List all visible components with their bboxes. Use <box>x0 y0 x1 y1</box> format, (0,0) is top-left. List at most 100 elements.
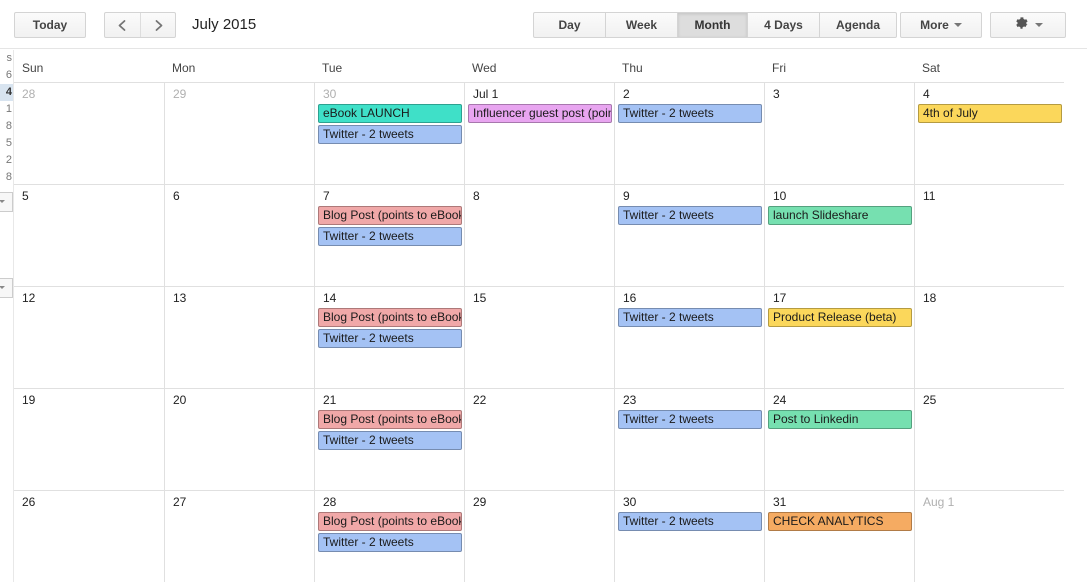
day-cell[interactable]: 22 <box>464 389 614 490</box>
day-number[interactable]: 30 <box>323 87 336 101</box>
day-number[interactable]: 15 <box>473 291 486 305</box>
day-number[interactable]: 24 <box>773 393 786 407</box>
day-number[interactable]: 26 <box>22 495 35 509</box>
day-cell[interactable]: 16 Twitter - 2 tweets <box>614 287 764 388</box>
view-tab-4-days[interactable]: 4 Days <box>748 13 820 37</box>
day-number[interactable]: 13 <box>173 291 186 305</box>
event-chip[interactable]: eBook LAUNCH <box>318 104 462 123</box>
day-number[interactable]: 10 <box>773 189 786 203</box>
mini-calendar-day[interactable]: 1 <box>0 101 13 118</box>
day-number[interactable]: 8 <box>473 189 480 203</box>
day-cell[interactable]: 5 <box>14 185 164 286</box>
event-chip[interactable]: Twitter - 2 tweets <box>318 125 462 144</box>
view-tab-agenda[interactable]: Agenda <box>820 13 896 37</box>
day-cell[interactable]: 27 <box>164 491 314 582</box>
day-cell[interactable]: 23 Twitter - 2 tweets <box>614 389 764 490</box>
day-number[interactable]: 21 <box>323 393 336 407</box>
day-cell[interactable]: 17 Product Release (beta) <box>764 287 914 388</box>
day-number[interactable]: 17 <box>773 291 786 305</box>
day-cell[interactable]: 28 <box>14 83 164 184</box>
day-number[interactable]: 23 <box>623 393 636 407</box>
day-cell[interactable]: 9 Twitter - 2 tweets <box>614 185 764 286</box>
day-number[interactable]: 25 <box>923 393 936 407</box>
day-number[interactable]: 27 <box>173 495 186 509</box>
event-chip[interactable]: Post to Linkedin <box>768 410 912 429</box>
event-chip[interactable]: Twitter - 2 tweets <box>618 410 762 429</box>
day-cell[interactable]: 31 CHECK ANALYTICS <box>764 491 914 582</box>
day-cell[interactable]: 15 <box>464 287 614 388</box>
day-cell[interactable]: 30 eBook LAUNCH Twitter - 2 tweets <box>314 83 464 184</box>
day-cell[interactable]: Jul 1 Influencer guest post (points to eB… <box>464 83 614 184</box>
day-cell[interactable]: 8 <box>464 185 614 286</box>
today-button[interactable]: Today <box>14 12 86 38</box>
day-cell[interactable]: 6 <box>164 185 314 286</box>
day-cell[interactable]: 29 <box>464 491 614 582</box>
day-cell[interactable]: 24 Post to Linkedin <box>764 389 914 490</box>
event-chip[interactable]: Twitter - 2 tweets <box>618 104 762 123</box>
day-number[interactable]: 14 <box>323 291 336 305</box>
day-cell[interactable]: 3 <box>764 83 914 184</box>
day-cell[interactable]: 10 launch Slideshare <box>764 185 914 286</box>
day-number[interactable]: 30 <box>623 495 636 509</box>
previous-period-button[interactable] <box>105 13 141 37</box>
mini-calendar-day[interactable]: 2 <box>0 152 13 169</box>
more-button[interactable]: More <box>900 12 982 38</box>
day-cell[interactable]: 12 <box>14 287 164 388</box>
day-cell[interactable]: 11 <box>914 185 1064 286</box>
day-cell[interactable]: 21 Blog Post (points to eBook) Twitter - 2… <box>314 389 464 490</box>
day-number[interactable]: 28 <box>22 87 35 101</box>
event-chip[interactable]: Blog Post (points to eBook) <box>318 410 462 429</box>
sidebar-dropdown-sliver[interactable] <box>0 192 13 212</box>
event-chip[interactable]: Twitter - 2 tweets <box>318 533 462 552</box>
mini-calendar-day[interactable]: 5 <box>0 135 13 152</box>
next-period-button[interactable] <box>141 13 176 37</box>
day-number[interactable]: Jul 1 <box>473 87 498 101</box>
mini-calendar-day[interactable]: 6 <box>0 67 13 84</box>
day-number[interactable]: 5 <box>22 189 29 203</box>
day-cell[interactable]: 4 4th of July <box>914 83 1064 184</box>
event-chip[interactable]: Twitter - 2 tweets <box>318 329 462 348</box>
mini-calendar-day[interactable]: s <box>0 50 13 67</box>
day-cell[interactable]: 2 Twitter - 2 tweets <box>614 83 764 184</box>
event-chip[interactable]: Twitter - 2 tweets <box>318 431 462 450</box>
event-chip[interactable]: 4th of July <box>918 104 1062 123</box>
day-number[interactable]: 9 <box>623 189 630 203</box>
event-chip[interactable]: Twitter - 2 tweets <box>618 512 762 531</box>
event-chip[interactable]: Blog Post (points to eBook) <box>318 308 462 327</box>
day-number[interactable]: 19 <box>22 393 35 407</box>
day-cell[interactable]: 28 Blog Post (points to eBook) Twitter - 2… <box>314 491 464 582</box>
day-cell[interactable]: 13 <box>164 287 314 388</box>
day-cell[interactable]: 20 <box>164 389 314 490</box>
day-cell[interactable]: 29 <box>164 83 314 184</box>
view-tab-week[interactable]: Week <box>606 13 678 37</box>
event-chip[interactable]: Product Release (beta) <box>768 308 912 327</box>
day-cell[interactable]: Aug 1 <box>914 491 1064 582</box>
day-cell[interactable]: 7 Blog Post (points to eBook) Twitter - 2 … <box>314 185 464 286</box>
day-cell[interactable]: 25 <box>914 389 1064 490</box>
day-number[interactable]: 3 <box>773 87 780 101</box>
event-chip[interactable]: Twitter - 2 tweets <box>618 206 762 225</box>
day-number[interactable]: 12 <box>22 291 35 305</box>
day-cell[interactable]: 30 Twitter - 2 tweets <box>614 491 764 582</box>
day-cell[interactable]: 18 <box>914 287 1064 388</box>
sidebar-sliver[interactable]: s6418528 <box>0 50 14 582</box>
day-cell[interactable]: 14 Blog Post (points to eBook) Twitter - 2… <box>314 287 464 388</box>
day-number[interactable]: 16 <box>623 291 636 305</box>
mini-calendar-day[interactable]: 8 <box>0 118 13 135</box>
event-chip[interactable]: Influencer guest post (points to eBook) <box>468 104 612 123</box>
day-cell[interactable]: 19 <box>14 389 164 490</box>
day-number[interactable]: 4 <box>923 87 930 101</box>
day-number[interactable]: 7 <box>323 189 330 203</box>
day-number[interactable]: 20 <box>173 393 186 407</box>
event-chip[interactable]: CHECK ANALYTICS <box>768 512 912 531</box>
event-chip[interactable]: launch Slideshare <box>768 206 912 225</box>
mini-calendar-day[interactable]: 4 <box>0 84 13 101</box>
day-number[interactable]: 22 <box>473 393 486 407</box>
day-number[interactable]: 28 <box>323 495 336 509</box>
view-tab-day[interactable]: Day <box>534 13 606 37</box>
day-number[interactable]: 6 <box>173 189 180 203</box>
day-number[interactable]: 29 <box>173 87 186 101</box>
event-chip[interactable]: Twitter - 2 tweets <box>618 308 762 327</box>
day-number[interactable]: 2 <box>623 87 630 101</box>
day-number[interactable]: 11 <box>923 189 935 203</box>
